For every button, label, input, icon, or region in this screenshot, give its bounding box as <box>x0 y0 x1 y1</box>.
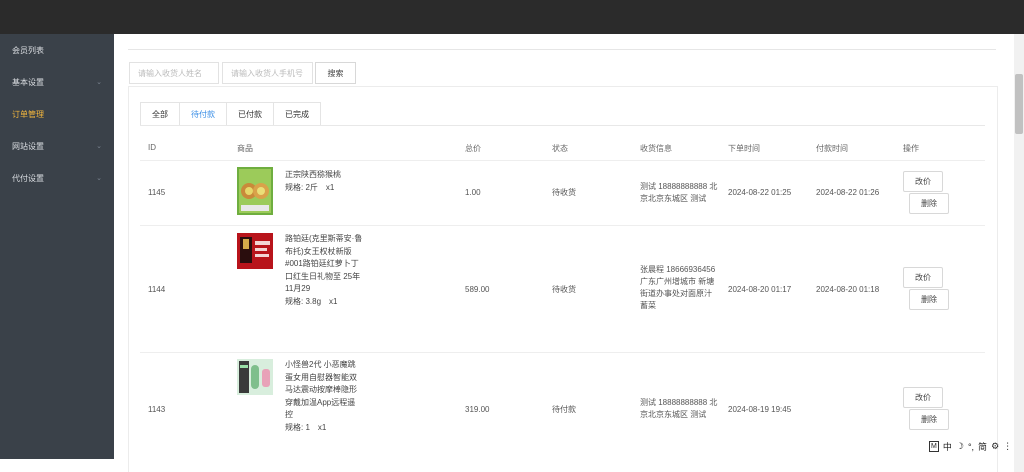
sidebar-item-payment-settings[interactable]: 代付设置 ⌄ <box>0 162 114 194</box>
tab-all[interactable]: 全部 <box>140 102 180 126</box>
product-name: 路铂廷(克里斯蒂安·鲁布托)女王权杖新版#001路铂廷红萝卜丁口红生日礼物至 2… <box>285 234 363 293</box>
column-header-action: 操作 <box>903 144 919 153</box>
receiver-info: 张晨程 18666936456 广东广州增城市 新塘街道办事处对面原汁蓄菜 <box>640 265 716 310</box>
receiver-name-input[interactable] <box>129 62 219 84</box>
product-name: 小怪兽2代 小恶魔跳蛋女用自慰器智能双马达震动按摩棒隐形穿戴加温App远程遥控 <box>285 360 357 419</box>
receiver-info: 测试 18888888888 北京北京东城区 测试 <box>640 182 718 203</box>
chevron-down-icon: ⌄ <box>96 143 102 150</box>
divider <box>128 49 996 50</box>
punctuation-icon[interactable]: °, <box>968 442 974 452</box>
ime-simplified-toggle[interactable]: 简 <box>978 440 987 453</box>
sidebar-item-label: 代付设置 <box>12 173 44 183</box>
order-status: 待收货 <box>552 188 576 197</box>
delete-button[interactable]: 删除 <box>909 289 949 310</box>
order-id: 1145 <box>148 188 166 197</box>
sidebar-item-orders[interactable]: 订单管理 <box>0 98 114 130</box>
top-header-bar <box>0 0 1024 34</box>
product-image[interactable] <box>237 167 273 215</box>
product-spec: 规格: 1 x1 <box>285 422 327 432</box>
order-total: 589.00 <box>465 285 490 294</box>
product-image[interactable] <box>237 233 273 269</box>
gear-icon[interactable]: ⚙ <box>991 441 999 452</box>
divider <box>140 125 985 126</box>
product-spec: 规格: 3.8g x1 <box>285 296 338 306</box>
sidebar-item-members[interactable]: 会员列表 <box>0 34 114 66</box>
delete-button[interactable]: 删除 <box>909 193 949 214</box>
order-id: 1144 <box>148 285 166 294</box>
product-spec: 规格: 2斤 x1 <box>285 182 335 192</box>
sidebar-item-basic-settings[interactable]: 基本设置 ⌄ <box>0 66 114 98</box>
ime-mode-icon[interactable]: M <box>929 441 939 452</box>
product-info: 小怪兽2代 小恶魔跳蛋女用自慰器智能双马达震动按摩棒隐形穿戴加温App远程遥控 … <box>285 359 363 434</box>
more-icon[interactable]: ⋮ <box>1003 441 1012 452</box>
column-header-status: 状态 <box>552 144 568 153</box>
delete-button[interactable]: 删除 <box>909 409 949 430</box>
edit-price-button[interactable]: 改价 <box>903 387 943 408</box>
column-header-total: 总价 <box>465 144 481 153</box>
order-id: 1143 <box>148 405 166 414</box>
product-image[interactable] <box>237 359 273 395</box>
tab-paid[interactable]: 已付款 <box>227 102 274 126</box>
column-header-pay-time: 付款时间 <box>816 144 848 153</box>
vertical-scrollbar[interactable] <box>1014 34 1024 472</box>
chevron-down-icon: ⌄ <box>96 79 102 86</box>
edit-price-button[interactable]: 改价 <box>903 171 943 192</box>
order-status: 待付款 <box>552 405 576 414</box>
sidebar-item-label: 订单管理 <box>12 109 44 119</box>
sidebar-item-label: 会员列表 <box>12 45 44 55</box>
divider <box>140 352 985 353</box>
product-info: 正宗陕西猕猴桃 规格: 2斤 x1 <box>285 169 363 194</box>
order-time: 2024-08-22 01:25 <box>728 188 792 197</box>
sidebar-item-label: 基本设置 <box>12 77 44 87</box>
edit-price-button[interactable]: 改价 <box>903 267 943 288</box>
tab-completed[interactable]: 已完成 <box>274 102 321 126</box>
column-header-order-time: 下单时间 <box>728 144 760 153</box>
sidebar-item-label: 网站设置 <box>12 141 44 151</box>
product-name: 正宗陕西猕猴桃 <box>285 170 341 179</box>
order-status-tabs: 全部 待付款 已付款 已完成 <box>140 102 321 126</box>
column-header-id: ID <box>148 143 156 152</box>
order-total: 319.00 <box>465 405 490 414</box>
column-header-product: 商品 <box>237 144 253 153</box>
product-info: 路铂廷(克里斯蒂安·鲁布托)女王权杖新版#001路铂廷红萝卜丁口红生日礼物至 2… <box>285 233 363 308</box>
receiver-phone-input[interactable] <box>222 62 313 84</box>
sidebar: 会员列表 基本设置 ⌄ 订单管理 网站设置 ⌄ 代付设置 ⌄ <box>0 34 114 459</box>
order-time: 2024-08-19 19:45 <box>728 405 792 414</box>
tab-pending-payment[interactable]: 待付款 <box>180 102 227 126</box>
order-status: 待收货 <box>552 285 576 294</box>
column-header-receiver: 收货信息 <box>640 144 672 153</box>
ime-chinese-toggle[interactable]: 中 <box>943 440 952 453</box>
receiver-info: 测试 18888888888 北京北京东城区 测试 <box>640 398 718 419</box>
sidebar-item-site-settings[interactable]: 网站设置 ⌄ <box>0 130 114 162</box>
pay-time: 2024-08-20 01:18 <box>816 285 880 294</box>
chevron-down-icon: ⌄ <box>96 175 102 182</box>
scrollbar-thumb[interactable] <box>1015 74 1023 134</box>
divider <box>140 225 985 226</box>
divider <box>140 160 985 161</box>
order-time: 2024-08-20 01:17 <box>728 285 792 294</box>
pay-time: 2024-08-22 01:26 <box>816 188 880 197</box>
moon-icon[interactable]: ☽ <box>956 441 964 452</box>
order-total: 1.00 <box>465 188 481 197</box>
ime-toolbar: M 中 ☽ °, 简 ⚙ ⋮ <box>929 440 1012 453</box>
search-button[interactable]: 搜索 <box>315 62 356 84</box>
